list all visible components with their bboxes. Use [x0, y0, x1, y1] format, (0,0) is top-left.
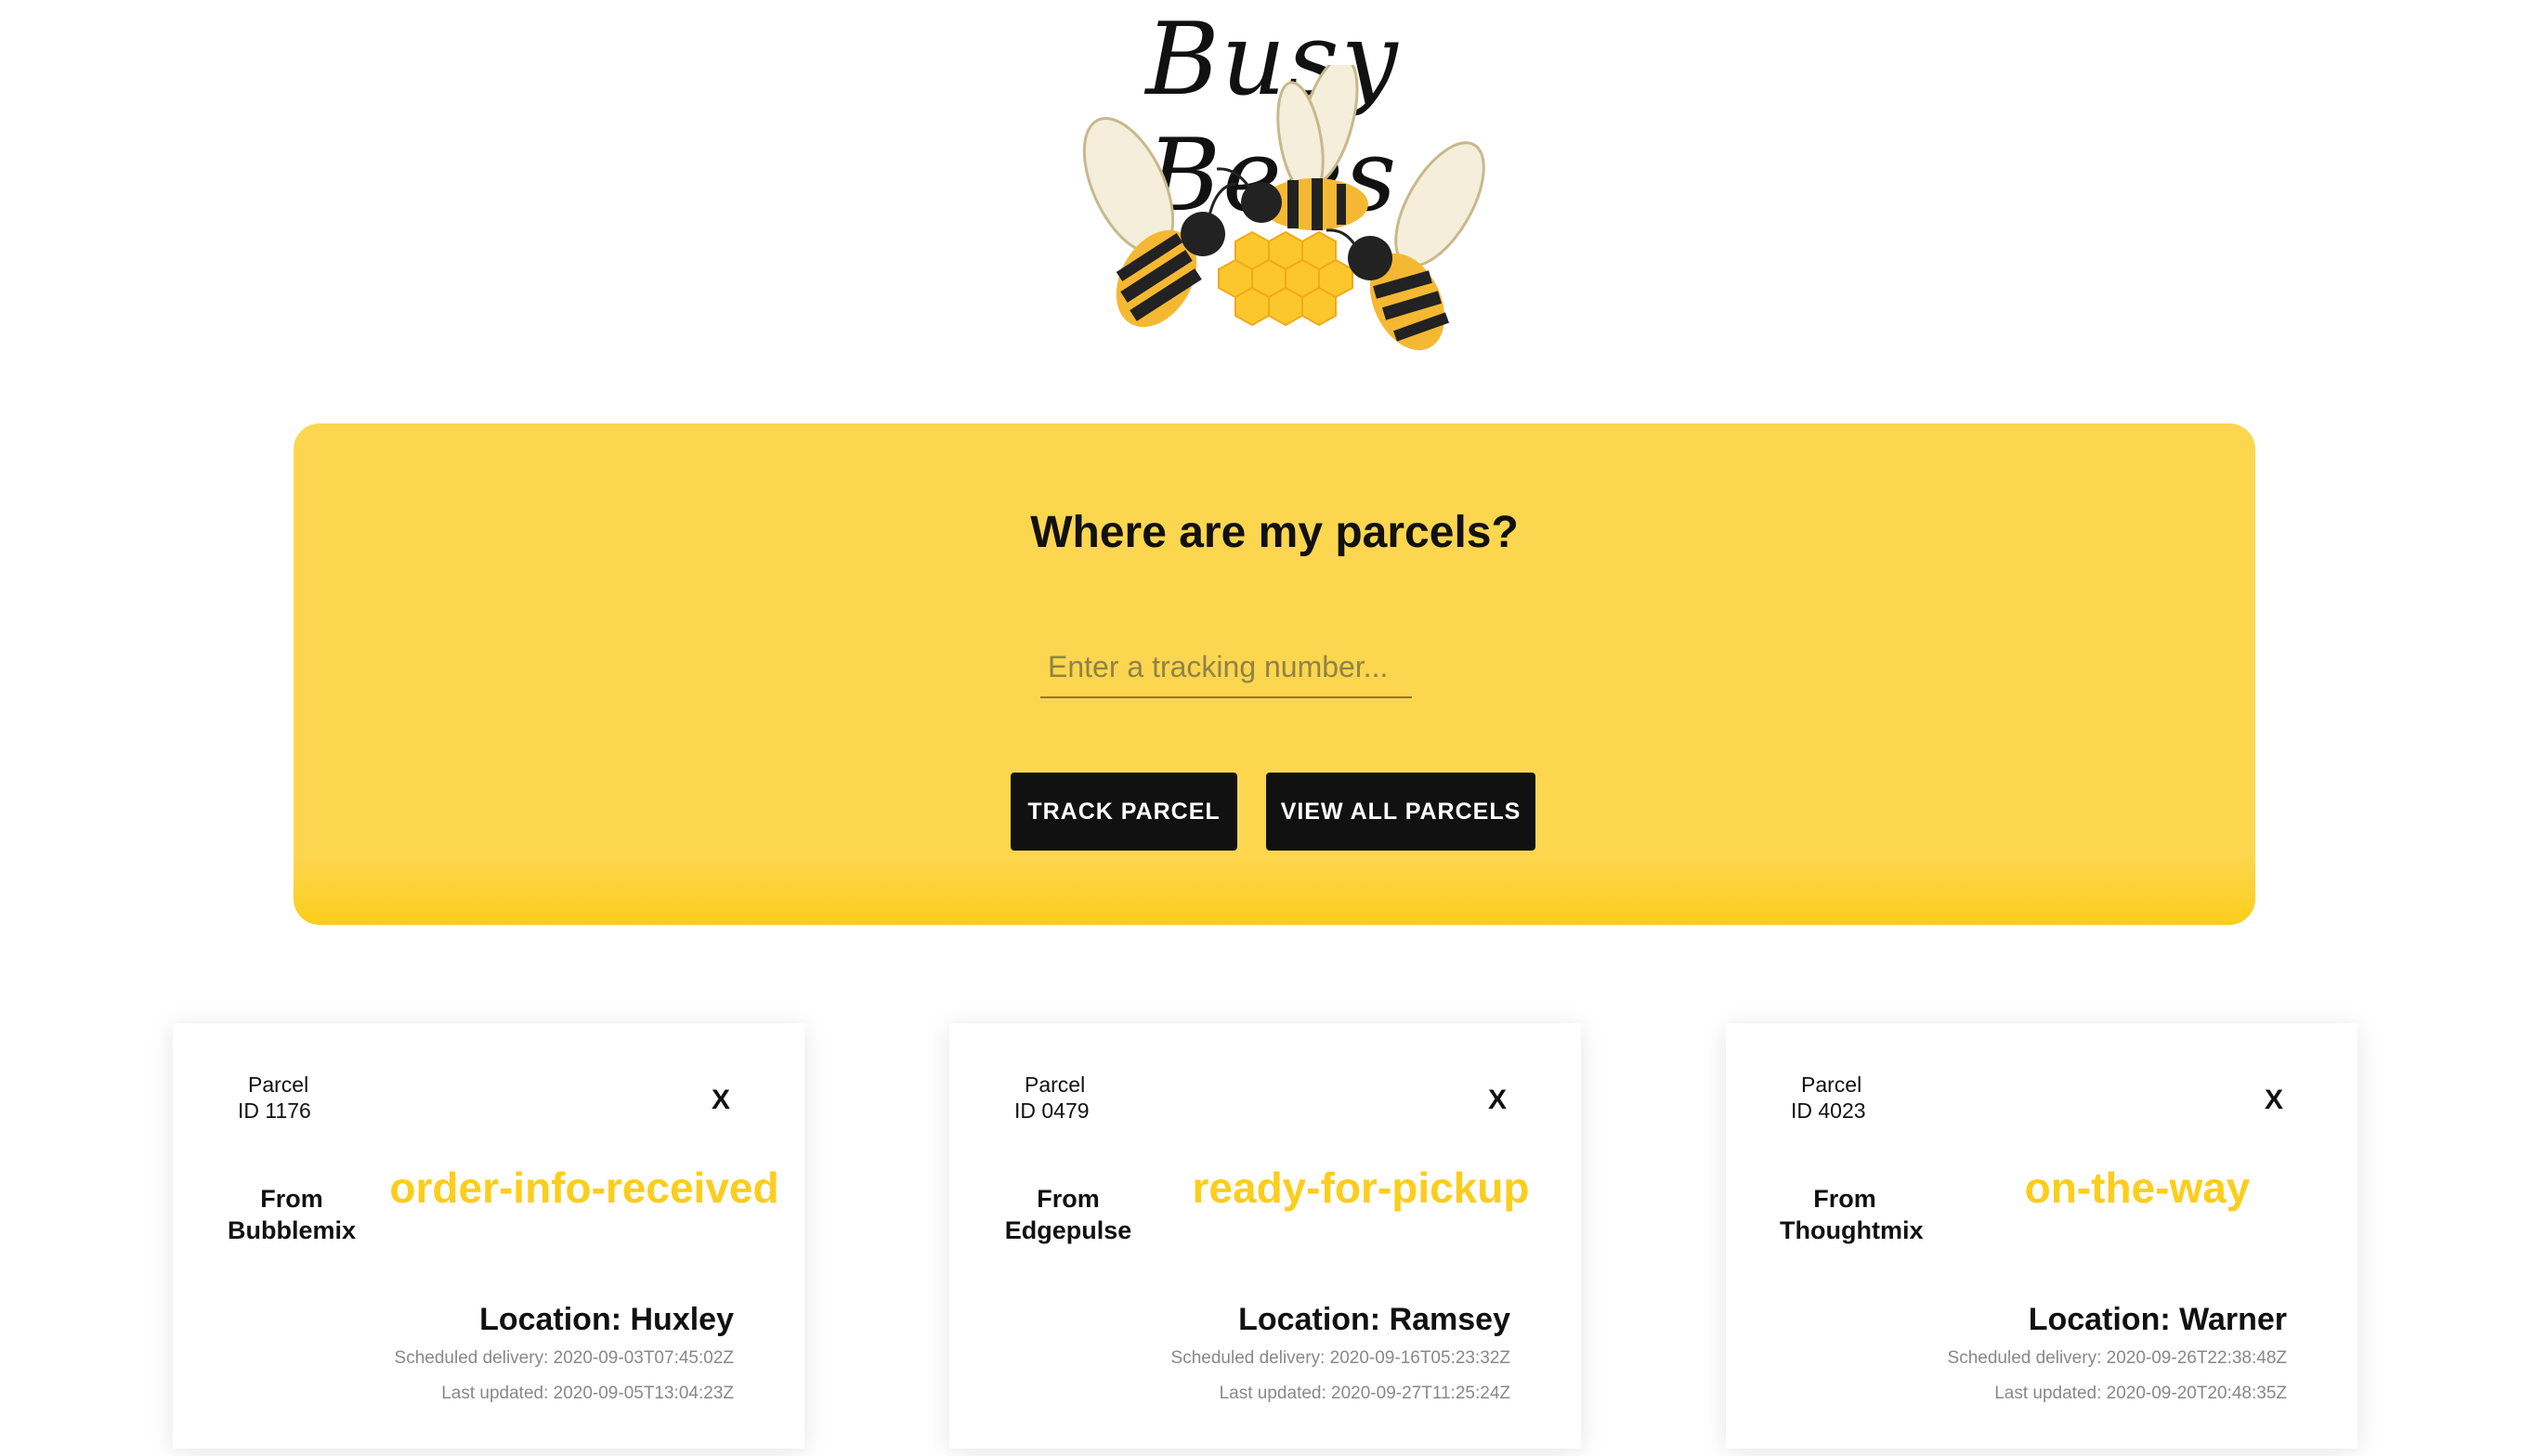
right-bee-icon [1326, 141, 1485, 351]
tracking-number-input[interactable] [1040, 637, 1412, 698]
left-bee-icon [1082, 117, 1236, 328]
parcel-card: Parcel ID 4023 X From Thoughtmix on-the-… [1726, 1023, 2358, 1449]
from-label: From [1813, 1185, 1876, 1213]
last-updated: Last updated: 2020-09-27T11:25:24Z [1219, 1384, 1510, 1403]
parcel-id-block: Parcel ID 1176 [238, 1072, 311, 1124]
scheduled-delivery: Scheduled delivery: 2020-09-26T22:38:48Z [1947, 1348, 2287, 1368]
sender-block: From Thoughtmix [1780, 1183, 1924, 1246]
close-card-button[interactable]: X [712, 1085, 730, 1116]
top-bee-icon [1216, 65, 1368, 230]
parcel-id: ID 0479 [1014, 1098, 1090, 1123]
sender-name: Edgepulse [1004, 1216, 1132, 1244]
parcel-label: Parcel [1801, 1072, 1862, 1097]
parcel-status: ready-for-pickup [1192, 1164, 1530, 1212]
sender-block: From Edgepulse [1003, 1183, 1133, 1246]
parcel-label: Parcel [1025, 1072, 1086, 1097]
panel-heading: Where are my parcels? [1030, 508, 1519, 557]
view-all-parcels-button[interactable]: VIEW ALL PARCELS [1266, 773, 1535, 851]
sender-block: From Bubblemix [227, 1183, 357, 1246]
from-label: From [260, 1185, 323, 1213]
parcel-id-block: Parcel ID 0479 [1014, 1072, 1090, 1124]
close-card-button[interactable]: X [1488, 1085, 1507, 1116]
track-parcel-button[interactable]: TRACK PARCEL [1011, 773, 1237, 851]
parcel-id-block: Parcel ID 4023 [1791, 1072, 1866, 1124]
from-label: From [1037, 1185, 1100, 1213]
parcel-card: Parcel ID 1176 X From Bubblemix order-in… [173, 1023, 804, 1449]
parcel-label: Parcel [248, 1072, 309, 1097]
parcel-status: order-info-received [389, 1164, 779, 1212]
close-card-button[interactable]: X [2265, 1085, 2283, 1116]
parcel-location: Location: Warner [2028, 1302, 2287, 1337]
sender-name: Bubblemix [227, 1216, 357, 1244]
last-updated: Last updated: 2020-09-05T13:04:23Z [441, 1384, 734, 1403]
parcel-location: Location: Ramsey [1238, 1302, 1510, 1337]
parcel-status: on-the-way [2024, 1164, 2251, 1212]
last-updated: Last updated: 2020-09-20T20:48:35Z [1994, 1384, 2287, 1403]
scheduled-delivery: Scheduled delivery: 2020-09-03T07:45:02Z [394, 1348, 734, 1368]
parcel-id: ID 1176 [238, 1098, 311, 1123]
parcel-id: ID 4023 [1791, 1098, 1866, 1123]
bees-illustration-icon [1082, 65, 1485, 351]
parcel-card: Parcel ID 0479 X From Edgepulse ready-fo… [949, 1023, 1581, 1449]
parcel-location: Location: Huxley [479, 1302, 734, 1337]
sender-name: Thoughtmix [1780, 1216, 1924, 1244]
brand-logo: Busy Bees [0, 0, 2547, 381]
honeycomb-icon [1218, 230, 1353, 327]
scheduled-delivery: Scheduled delivery: 2020-09-16T05:23:32Z [1170, 1348, 1510, 1368]
